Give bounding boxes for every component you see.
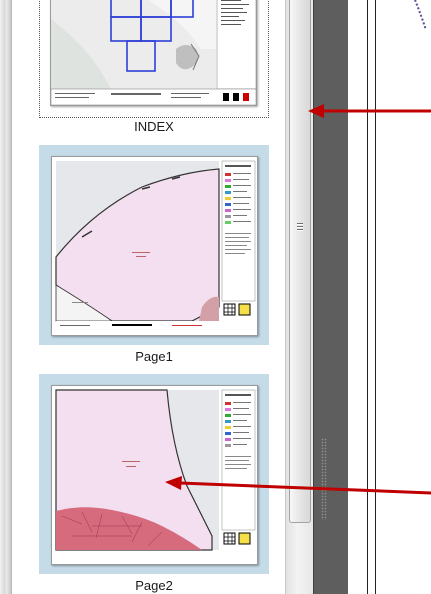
thumbnail-label-page2: Page2	[135, 578, 173, 593]
thumbnail-image-page2	[51, 385, 258, 565]
page-border-line	[375, 0, 376, 594]
scrollbar-grip-icon	[297, 223, 303, 233]
panel-splitter[interactable]	[313, 0, 349, 594]
page1-map-image	[52, 157, 257, 335]
thumbnail-label-index: INDEX	[134, 119, 174, 134]
thumbnail-label-page1: Page1	[135, 349, 173, 364]
thumbnail-index[interactable]: INDEX	[39, 0, 279, 142]
vertical-scrollbar[interactable]	[285, 0, 314, 594]
thumbnail-page2[interactable]: Page2	[39, 374, 279, 594]
index-map-image	[51, 0, 256, 105]
thumbnail-image-index	[50, 0, 257, 106]
splitter-grip-icon	[321, 438, 327, 520]
page-thumbnail-panel[interactable]: INDEX Page1 Page2	[12, 0, 286, 594]
page2-map-image	[52, 386, 257, 564]
thumbnail-page1[interactable]: Page1	[39, 145, 279, 370]
thumbnail-image-page1	[51, 156, 258, 336]
window-left-border	[0, 0, 12, 594]
map-boundary-line	[414, 0, 427, 31]
scrollbar-thumb[interactable]	[289, 0, 311, 523]
document-view[interactable]	[348, 0, 431, 594]
page-border-line	[367, 0, 368, 594]
